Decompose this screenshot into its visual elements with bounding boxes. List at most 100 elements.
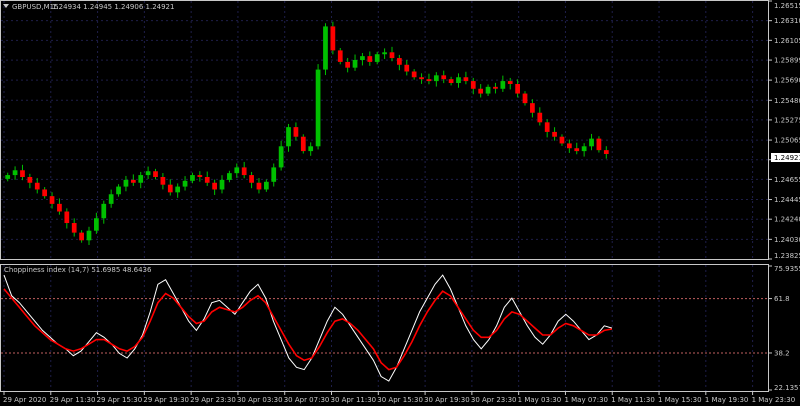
candle-body xyxy=(352,59,358,68)
candle-body xyxy=(389,52,395,59)
price-label: 1.26515 xyxy=(774,2,800,10)
candle-body xyxy=(64,211,70,224)
candle-body xyxy=(263,181,269,190)
candle-body xyxy=(463,77,469,82)
candle-body xyxy=(79,232,84,241)
current-price-label: 1.24921 xyxy=(774,154,800,162)
candle-body xyxy=(500,81,506,89)
candle-body xyxy=(138,175,144,183)
candle-body xyxy=(12,170,18,176)
candle-body xyxy=(397,58,402,65)
candle-body xyxy=(108,194,114,204)
time-label: 30 Apr 23:30 xyxy=(471,396,517,404)
time-label: 29 Apr 23:30 xyxy=(190,396,236,404)
candle-body xyxy=(300,136,306,152)
candle-body xyxy=(404,64,410,72)
candle-body xyxy=(566,143,572,149)
time-label: 1 May 11:30 xyxy=(611,396,655,404)
price-label: 1.25690 xyxy=(774,77,800,85)
candle-body xyxy=(175,186,181,193)
candle-body xyxy=(596,138,602,151)
candle-body xyxy=(478,88,484,94)
candle-body xyxy=(271,167,277,182)
candle-body xyxy=(182,180,188,187)
candle-body xyxy=(448,79,454,84)
price-label: 1.25065 xyxy=(774,137,800,145)
price-label: 1.26310 xyxy=(774,17,800,25)
candle-body xyxy=(330,26,336,51)
time-label: 1 May 15:30 xyxy=(658,396,702,404)
time-label: 1 May 19:30 xyxy=(705,396,749,404)
candle-body xyxy=(323,26,328,70)
candle-body xyxy=(589,138,594,147)
candle-body xyxy=(286,127,291,147)
candle-body xyxy=(5,175,11,179)
indicator-label: 22.1357 xyxy=(774,384,800,392)
candle-body xyxy=(337,50,343,62)
candle-body xyxy=(441,75,447,80)
time-label: 29 Apr 19:30 xyxy=(143,396,189,404)
candle-body xyxy=(493,86,498,89)
candle-body xyxy=(574,148,580,152)
candle-body xyxy=(515,83,520,94)
candle-body xyxy=(426,79,432,82)
candle-body xyxy=(116,186,121,195)
candle-body xyxy=(227,173,232,180)
ohlc-values: 1.24934 1.24945 1.24906 1.24921 xyxy=(52,3,174,11)
time-label: 30 Apr 15:30 xyxy=(377,396,423,404)
candle-body xyxy=(204,176,210,183)
candle-body xyxy=(456,77,461,84)
candle-body xyxy=(544,122,550,132)
candle-body xyxy=(212,182,217,190)
price-label: 1.24030 xyxy=(774,236,800,244)
candle-body xyxy=(249,175,254,183)
price-label: 1.25899 xyxy=(774,57,800,65)
time-label: 30 Apr 07:30 xyxy=(284,396,330,404)
candle-body xyxy=(581,146,587,152)
candle-body xyxy=(360,56,365,60)
candle-body xyxy=(308,146,314,152)
candle-body xyxy=(345,61,351,68)
indicator-label: 75.9355 xyxy=(774,265,800,273)
candle-body xyxy=(485,86,491,94)
candle-body xyxy=(234,167,240,174)
candle-body xyxy=(278,146,284,168)
candle-body xyxy=(27,176,33,183)
candle-body xyxy=(123,179,129,187)
candle-body xyxy=(167,184,173,193)
candle-body xyxy=(433,75,439,82)
price-label: 1.25480 xyxy=(774,97,800,105)
price-label: 1.23825 xyxy=(774,252,800,260)
time-label: 30 Apr 03:30 xyxy=(237,396,283,404)
candle-body xyxy=(470,81,476,89)
candle-body xyxy=(153,171,158,177)
candle-body xyxy=(86,230,92,241)
price-label: 1.25275 xyxy=(774,116,800,124)
current-price-tag: 1.24921 xyxy=(771,153,800,162)
price-label: 1.24655 xyxy=(774,176,800,184)
time-label: 1 May 23:30 xyxy=(752,396,796,404)
candle-body xyxy=(507,81,513,84)
candle-body xyxy=(315,69,321,147)
time-label: 1 May 07:30 xyxy=(564,396,608,404)
candle-body xyxy=(219,179,225,190)
candle-body xyxy=(522,93,528,104)
candle-body xyxy=(419,77,424,80)
candle-body xyxy=(537,112,543,123)
candle-body xyxy=(559,136,565,144)
trading-chart[interactable]: GBPUSD,M15 1.24934 1.24945 1.24906 1.249… xyxy=(0,0,800,406)
indicator-label: 38.2 xyxy=(774,349,790,357)
candle-body xyxy=(101,203,107,219)
time-label: 30 Apr 19:30 xyxy=(424,396,470,404)
chart-header: GBPUSD,M15 1.24934 1.24945 1.24906 1.249… xyxy=(3,3,174,11)
price-label: 1.26105 xyxy=(774,37,800,45)
candle-body xyxy=(160,176,166,185)
candle-body xyxy=(197,175,203,177)
candle-body xyxy=(293,127,299,137)
candle-body xyxy=(552,131,557,137)
candle-body xyxy=(241,167,247,176)
candle-body xyxy=(367,56,373,62)
candle-body xyxy=(382,52,387,55)
indicator-title: Choppiness index (14,7) 51.6985 48.6436 xyxy=(4,266,152,274)
candle-body xyxy=(411,71,417,78)
